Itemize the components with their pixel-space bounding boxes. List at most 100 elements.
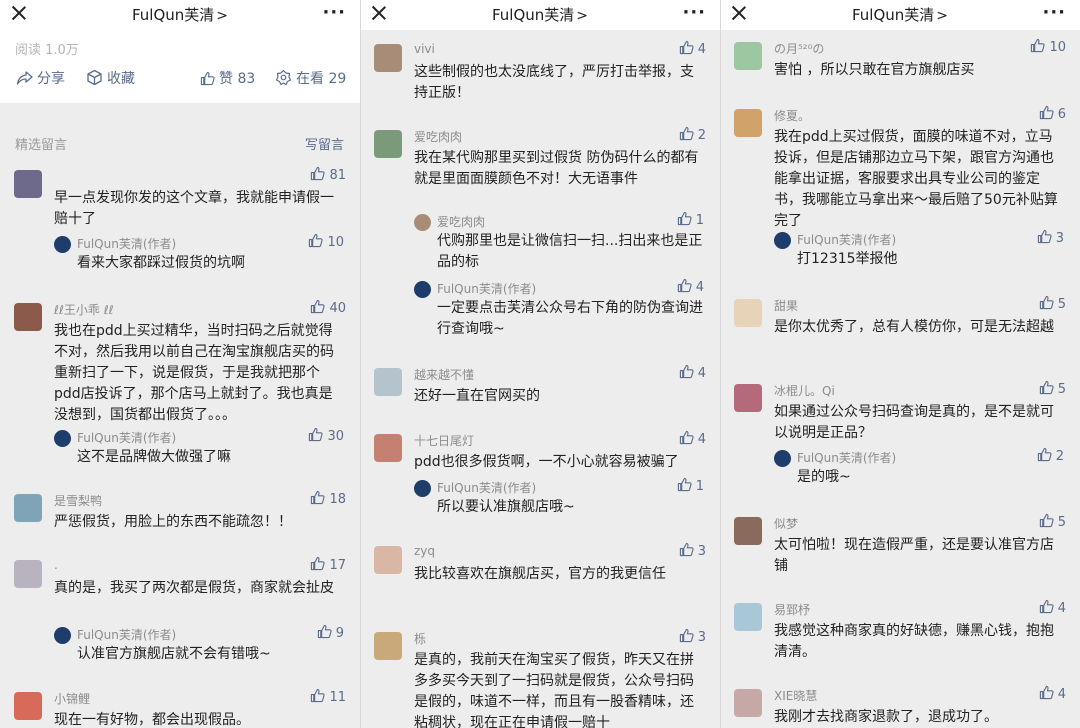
reply-like-button[interactable]: 30 xyxy=(308,427,344,444)
avatar[interactable] xyxy=(734,299,762,327)
avatar[interactable] xyxy=(734,517,762,545)
avatar[interactable] xyxy=(374,368,402,396)
reply-author[interactable]: FulQun芙清(作者) xyxy=(77,429,176,446)
comment-author[interactable]: vivi xyxy=(414,42,435,56)
comment-author[interactable]: 是雪梨鸭 xyxy=(54,492,102,509)
more-options-icon[interactable]: ··· xyxy=(1042,2,1066,23)
reply-author[interactable]: FulQun芙清(作者) xyxy=(437,280,536,297)
author-avatar[interactable] xyxy=(774,450,791,467)
avatar[interactable] xyxy=(14,560,42,588)
avatar[interactable] xyxy=(14,303,42,331)
avatar[interactable] xyxy=(414,214,431,231)
author-avatar[interactable] xyxy=(414,480,431,497)
reply-author[interactable]: FulQun芙清(作者) xyxy=(77,626,176,643)
reply-text: 认准官方旗舰店就不会有错哦~ xyxy=(77,646,271,662)
reply-like-button[interactable]: 3 xyxy=(1037,229,1064,246)
avatar[interactable] xyxy=(14,692,42,720)
comment-like-button[interactable]: 81 xyxy=(310,166,346,183)
comment-like-count: 4 xyxy=(1057,601,1066,616)
reply-like-button[interactable]: 4 xyxy=(677,278,704,295)
comment-author[interactable]: 小锦鲤 xyxy=(54,690,90,707)
reply-author[interactable]: 爱吃肉肉 xyxy=(437,213,485,230)
account-title[interactable]: FulQun芙清 > xyxy=(720,4,1080,25)
avatar[interactable] xyxy=(374,44,402,72)
account-title[interactable]: FulQun芙清 > xyxy=(0,4,360,25)
comment-like-button[interactable]: 18 xyxy=(310,490,346,507)
comment-like-button[interactable]: 4 xyxy=(1039,685,1066,702)
avatar[interactable] xyxy=(374,632,402,660)
comment-like-count: 5 xyxy=(1057,515,1066,530)
comment-author[interactable]: 十七日尾灯 xyxy=(414,432,474,449)
avatar[interactable] xyxy=(734,603,762,631)
collect-button[interactable]: 收藏 xyxy=(86,68,135,88)
reply-like-button[interactable]: 1 xyxy=(677,211,704,228)
comment-author[interactable]: zyq xyxy=(414,544,435,558)
author-avatar[interactable] xyxy=(54,627,71,644)
comment-like-button[interactable]: 4 xyxy=(679,40,706,57)
avatar[interactable] xyxy=(734,689,762,717)
comment-author[interactable]: . xyxy=(54,558,58,572)
avatar[interactable] xyxy=(734,384,762,412)
author-avatar[interactable] xyxy=(54,430,71,447)
author-avatar[interactable] xyxy=(774,232,791,249)
comment-author[interactable]: XIE晓慧 xyxy=(774,687,817,704)
comment-author[interactable]: 爱吃肉肉 xyxy=(414,128,462,145)
comment-like-button[interactable]: 4 xyxy=(679,364,706,381)
comment-author[interactable]: 修夏。 xyxy=(774,107,810,124)
comment-like-count: 5 xyxy=(1057,297,1066,312)
comment-author[interactable]: 似梦 xyxy=(774,515,798,532)
author-avatar[interactable] xyxy=(54,236,71,253)
reply-author[interactable]: FulQun芙清(作者) xyxy=(797,449,896,466)
comment-author[interactable]: 越来越不懂 xyxy=(414,366,474,383)
avatar[interactable] xyxy=(374,546,402,574)
comment-like-button[interactable]: 5 xyxy=(1039,295,1066,312)
reply-like-count: 1 xyxy=(695,479,704,494)
avatar[interactable] xyxy=(14,170,42,198)
reply-like-button[interactable]: 10 xyxy=(308,233,344,250)
comment-like-button[interactable]: 3 xyxy=(679,542,706,559)
share-button[interactable]: 分享 xyxy=(16,68,65,88)
comment-author[interactable]: 甜果 xyxy=(774,297,798,314)
comment-like-count: 4 xyxy=(697,432,706,447)
comment-like-button[interactable]: 3 xyxy=(679,628,706,645)
reply-author[interactable]: FulQun芙清(作者) xyxy=(77,235,176,252)
thumbs-up-icon xyxy=(677,278,692,293)
share-label: 分享 xyxy=(37,71,65,87)
avatar[interactable] xyxy=(734,109,762,137)
reply-author[interactable]: FulQun芙清(作者) xyxy=(437,479,536,496)
comment-text: 我比较喜欢在旗舰店买，官方的我更信任 xyxy=(414,566,666,582)
comment-author[interactable]: 易郅杼 xyxy=(774,601,810,618)
avatar[interactable] xyxy=(734,42,762,70)
avatar[interactable] xyxy=(14,494,42,522)
comment-like-button[interactable]: 2 xyxy=(679,126,706,143)
more-options-icon[interactable]: ··· xyxy=(682,2,706,23)
comment-like-button[interactable]: 10 xyxy=(1030,38,1066,55)
reply-like-button[interactable]: 2 xyxy=(1037,447,1064,464)
comment-author[interactable]: の月⁵²⁰の xyxy=(774,40,824,57)
account-title[interactable]: FulQun芙清 > xyxy=(360,4,720,25)
article-stats: 阅读 1.0万 分享 收藏 赞 83 在看 29 xyxy=(0,30,360,103)
more-options-icon[interactable]: ··· xyxy=(322,2,346,23)
reply-author[interactable]: FulQun芙清(作者) xyxy=(797,231,896,248)
comment-like-button[interactable]: 4 xyxy=(1039,599,1066,616)
chevron-right-icon: > xyxy=(216,8,229,24)
comment-like-button[interactable]: 11 xyxy=(310,688,346,705)
like-article-button[interactable]: 赞 83 xyxy=(200,68,255,88)
avatar[interactable] xyxy=(374,434,402,462)
comment-like-button[interactable]: 5 xyxy=(1039,380,1066,397)
author-avatar[interactable] xyxy=(414,281,431,298)
reply-like-button[interactable]: 9 xyxy=(317,624,344,641)
comment-author[interactable]: 冰棍儿。Qi xyxy=(774,382,835,399)
comment-like-button[interactable]: 6 xyxy=(1039,105,1066,122)
comment-like-button[interactable]: 40 xyxy=(310,299,346,316)
comment-like-button[interactable]: 4 xyxy=(679,430,706,447)
comment-like-button[interactable]: 5 xyxy=(1039,513,1066,530)
watch-button[interactable]: 在看 29 xyxy=(275,68,346,88)
comment-author[interactable]: 栎 xyxy=(414,630,426,647)
reply-like-button[interactable]: 1 xyxy=(677,477,704,494)
avatar[interactable] xyxy=(374,130,402,158)
comment-like-button[interactable]: 17 xyxy=(310,556,346,573)
write-comment-button[interactable]: 写留言 xyxy=(305,134,344,153)
comment-like-count: 6 xyxy=(1057,107,1066,122)
comment-author[interactable]: ℓℓ王小乖 ℓℓ xyxy=(54,301,114,318)
